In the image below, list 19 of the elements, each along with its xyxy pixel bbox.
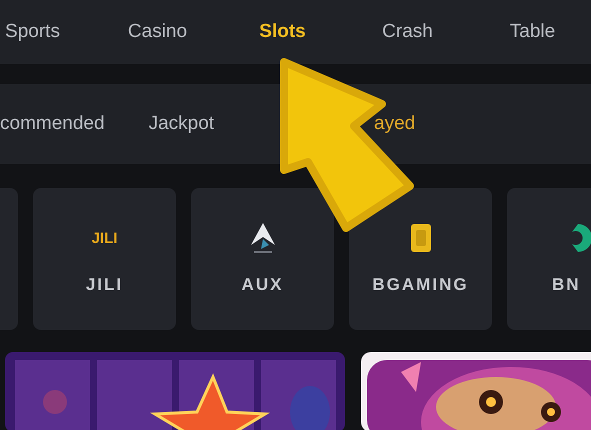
provider-card[interactable]: JILI JILI bbox=[33, 188, 176, 330]
provider-name: BN bbox=[552, 275, 581, 295]
nav-tab[interactable]: Crash bbox=[345, 21, 470, 43]
category-tab[interactable]: ayed bbox=[374, 113, 416, 135]
provider-card[interactable]: BN bbox=[507, 188, 591, 330]
b-logo-icon bbox=[410, 223, 432, 253]
category-tab[interactable]: Jackpot bbox=[148, 113, 214, 135]
nav-tab[interactable]: Slots bbox=[220, 21, 345, 43]
provider-name: BGAMING bbox=[372, 275, 469, 295]
provider-card[interactable]: BGAMING bbox=[349, 188, 492, 330]
jili-logo: JILI bbox=[92, 230, 118, 246]
provider-card[interactable]: AUX bbox=[191, 188, 334, 330]
nav-tab[interactable]: Table bbox=[470, 21, 591, 43]
nav-tab[interactable]: Sports bbox=[0, 21, 95, 43]
category-tab[interactable]: commended bbox=[0, 113, 105, 135]
provider-name: JILI bbox=[86, 275, 124, 295]
provider-name: AUX bbox=[242, 275, 284, 295]
nav-tab[interactable]: Casino bbox=[95, 21, 220, 43]
mountain-logo-icon bbox=[248, 221, 276, 255]
